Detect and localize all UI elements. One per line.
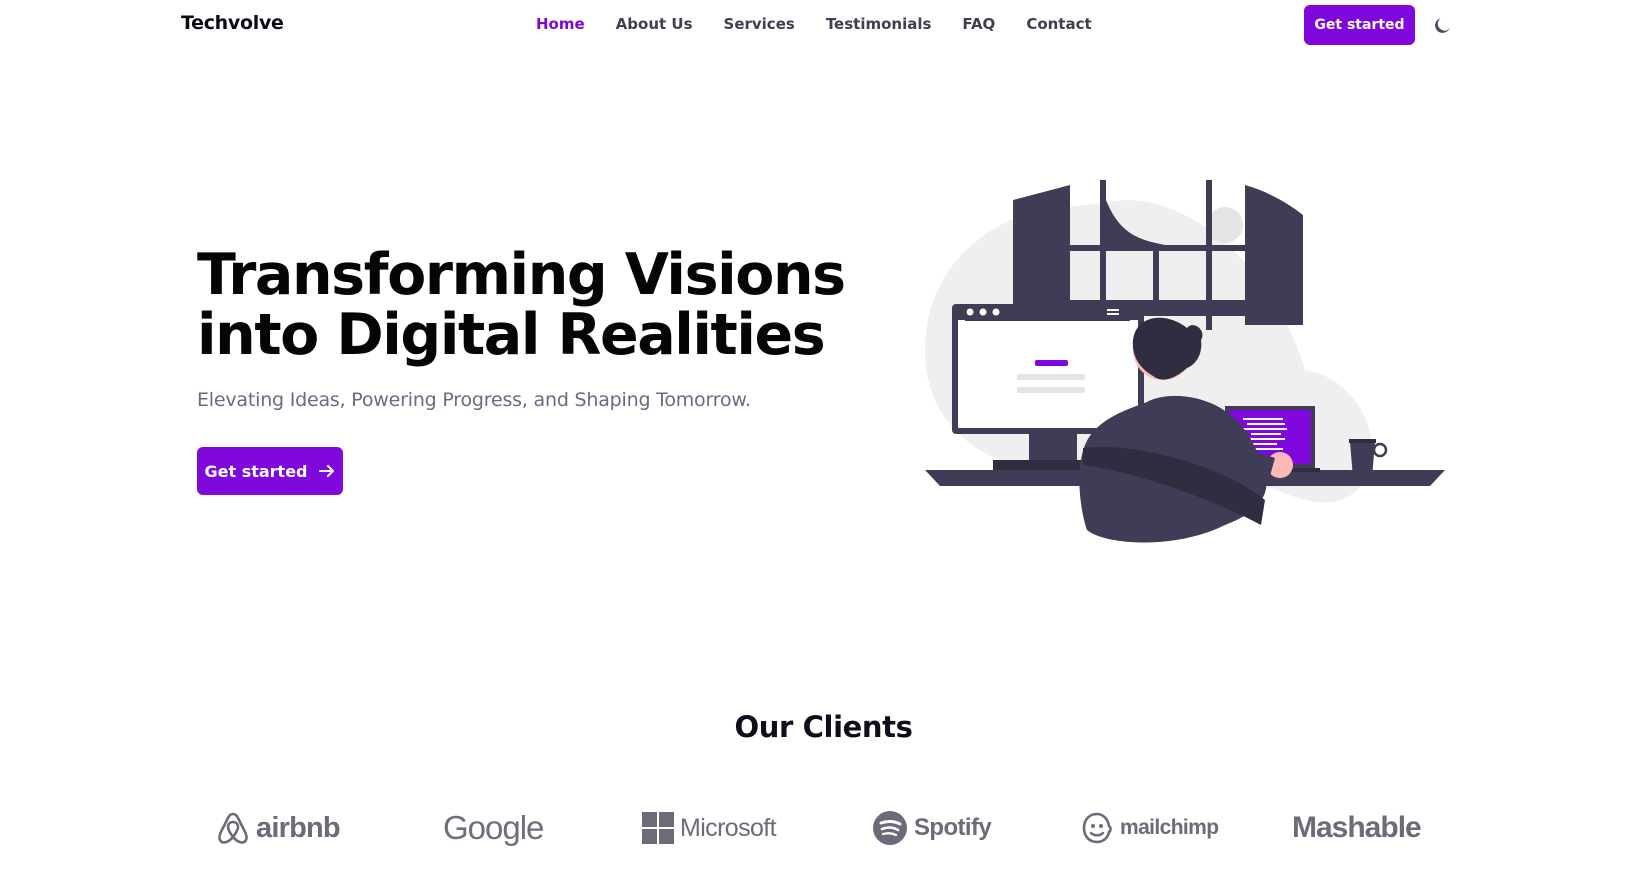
airbnb-icon <box>218 812 248 844</box>
client-logo-airbnb-text: airbnb <box>256 811 341 844</box>
microsoft-icon <box>642 812 674 844</box>
hero-title: Transforming Visions into Digital Realit… <box>197 245 857 365</box>
client-logo-mashable-text: Mashable <box>1292 811 1422 844</box>
person-working-at-computer-illustration <box>925 180 1445 543</box>
client-logo-spotify-text: Spotify <box>914 814 992 841</box>
nav-item-home[interactable]: Home <box>536 15 585 33</box>
hero-subtitle: Elevating Ideas, Powering Progress, and … <box>197 389 751 411</box>
client-logo-mashable[interactable]: Mashable <box>1292 805 1422 851</box>
clients-title: Our Clients <box>734 710 913 744</box>
client-logo-airbnb[interactable]: airbnb <box>216 805 341 851</box>
client-logo-spotify[interactable]: Spotify <box>872 805 992 851</box>
client-logo-mailchimp-text: mailchimp <box>1120 816 1219 839</box>
hero-get-started-button[interactable]: Get started <box>197 447 343 495</box>
navbar: Techvolve Home About Us Services Testimo… <box>0 0 1647 48</box>
main-menu: Home About Us Services Testimonials FAQ … <box>536 15 1123 33</box>
client-logo-mailchimp[interactable]: mailchimp <box>1080 805 1219 851</box>
hero-title-line-1: Transforming Visions <box>197 242 846 308</box>
nav-item-services[interactable]: Services <box>724 15 795 33</box>
client-logo-microsoft-text: Microsoft <box>680 813 777 842</box>
client-logo-google[interactable]: Google <box>443 805 544 851</box>
brand-logo[interactable]: Techvolve <box>181 12 284 34</box>
mailchimp-icon <box>1082 812 1112 844</box>
client-logo-google-text: Google <box>443 809 544 846</box>
clients-logo-row: airbnb Google Microsoft Spotify mailchim… <box>0 805 1647 855</box>
nav-item-testimonials[interactable]: Testimonials <box>826 15 932 33</box>
arrow-right-icon <box>318 465 334 477</box>
client-logo-microsoft[interactable]: Microsoft <box>642 805 777 851</box>
hero-title-line-2: into Digital Realities <box>197 302 826 368</box>
header-get-started-button[interactable]: Get started <box>1304 5 1415 45</box>
spotify-icon <box>873 811 907 845</box>
nav-item-contact[interactable]: Contact <box>1026 15 1091 33</box>
hero-get-started-label: Get started <box>204 461 308 481</box>
nav-item-about-us[interactable]: About Us <box>616 15 693 33</box>
moon-icon[interactable] <box>1433 15 1453 35</box>
nav-item-faq[interactable]: FAQ <box>962 15 995 33</box>
